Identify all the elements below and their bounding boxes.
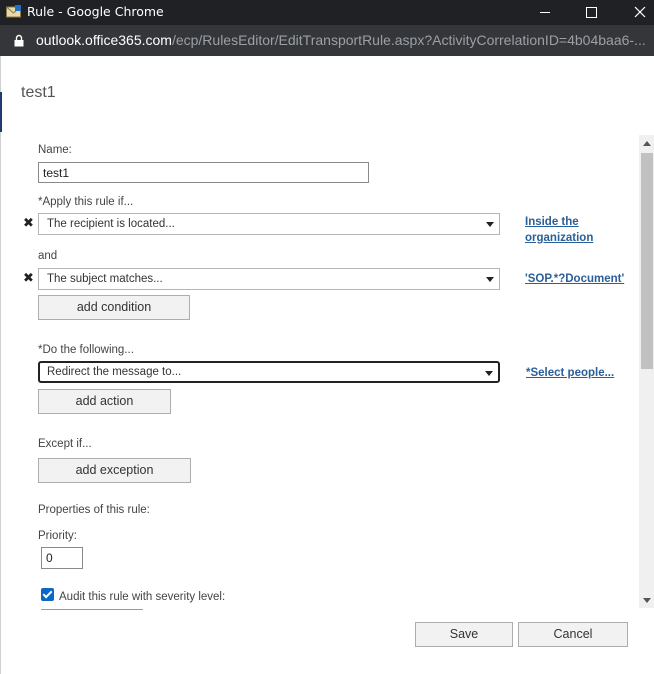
window-titlebar: Rule - Google Chrome [0,0,654,25]
remove-condition-1-icon[interactable]: ✖ [23,216,34,231]
properties-label: Properties of this rule: [38,504,150,516]
remove-condition-2-icon[interactable]: ✖ [23,271,34,286]
cancel-button[interactable]: Cancel [518,622,628,647]
page-title: test1 [21,84,56,101]
outlook-envelope-icon [6,5,21,18]
action-select[interactable]: Redirect the message to... [38,361,500,383]
scroll-up-icon[interactable] [643,141,651,146]
condition-2-link[interactable]: 'SOP.*?Document' [525,271,624,287]
minimize-button[interactable] [522,0,568,25]
name-input[interactable]: test1 [38,162,369,183]
name-label: Name: [38,144,72,156]
maximize-icon [586,7,597,18]
url-host: outlook.office365.com [36,32,172,48]
apply-rule-label: *Apply this rule if... [38,196,134,208]
and-label: and [38,250,58,262]
add-condition-button[interactable]: add condition [38,295,190,320]
audit-label: Audit this rule with severity level: [59,591,226,603]
minimize-icon [540,12,550,13]
condition-1-select[interactable]: The recipient is located... [38,213,500,235]
priority-label: Priority: [38,530,77,542]
action-value: Redirect the message to... [47,366,182,378]
left-edge-accent [0,92,2,132]
save-button[interactable]: Save [415,622,513,647]
close-button[interactable] [614,0,654,25]
condition-1-value: The recipient is located... [47,218,175,230]
condition-2-value: The subject matches... [47,273,163,285]
priority-input[interactable]: 0 [41,547,83,569]
condition-2-select[interactable]: The subject matches... [38,268,500,290]
url-path: /ecp/RulesEditor/EditTransportRule.aspx?… [171,32,646,48]
condition-1-link[interactable]: Inside the organization [525,214,593,246]
severity-dropdown-edge[interactable] [41,609,143,610]
do-following-label: *Do the following... [38,344,134,356]
except-if-label: Except if... [38,438,92,450]
select-people-link[interactable]: *Select people... [526,365,614,381]
address-url[interactable]: outlook.office365.com/ecp/RulesEditor/Ed… [36,32,648,48]
chevron-down-icon [485,371,493,376]
condition-1-link-line2: organization [525,232,594,244]
add-action-button[interactable]: add action [38,389,171,414]
lock-icon [14,34,24,47]
chevron-down-icon [486,277,494,282]
close-icon [634,6,646,18]
scroll-down-icon[interactable] [643,598,651,603]
add-exception-button[interactable]: add exception [38,458,191,483]
scrollbar-thumb[interactable] [641,153,653,369]
address-bar[interactable]: outlook.office365.com/ecp/RulesEditor/Ed… [0,25,654,56]
audit-checkbox[interactable] [41,588,54,601]
chevron-down-icon [486,222,494,227]
window-title: Rule - Google Chrome [27,4,164,19]
maximize-button[interactable] [568,0,614,25]
condition-1-link-line1: Inside the [525,216,579,228]
